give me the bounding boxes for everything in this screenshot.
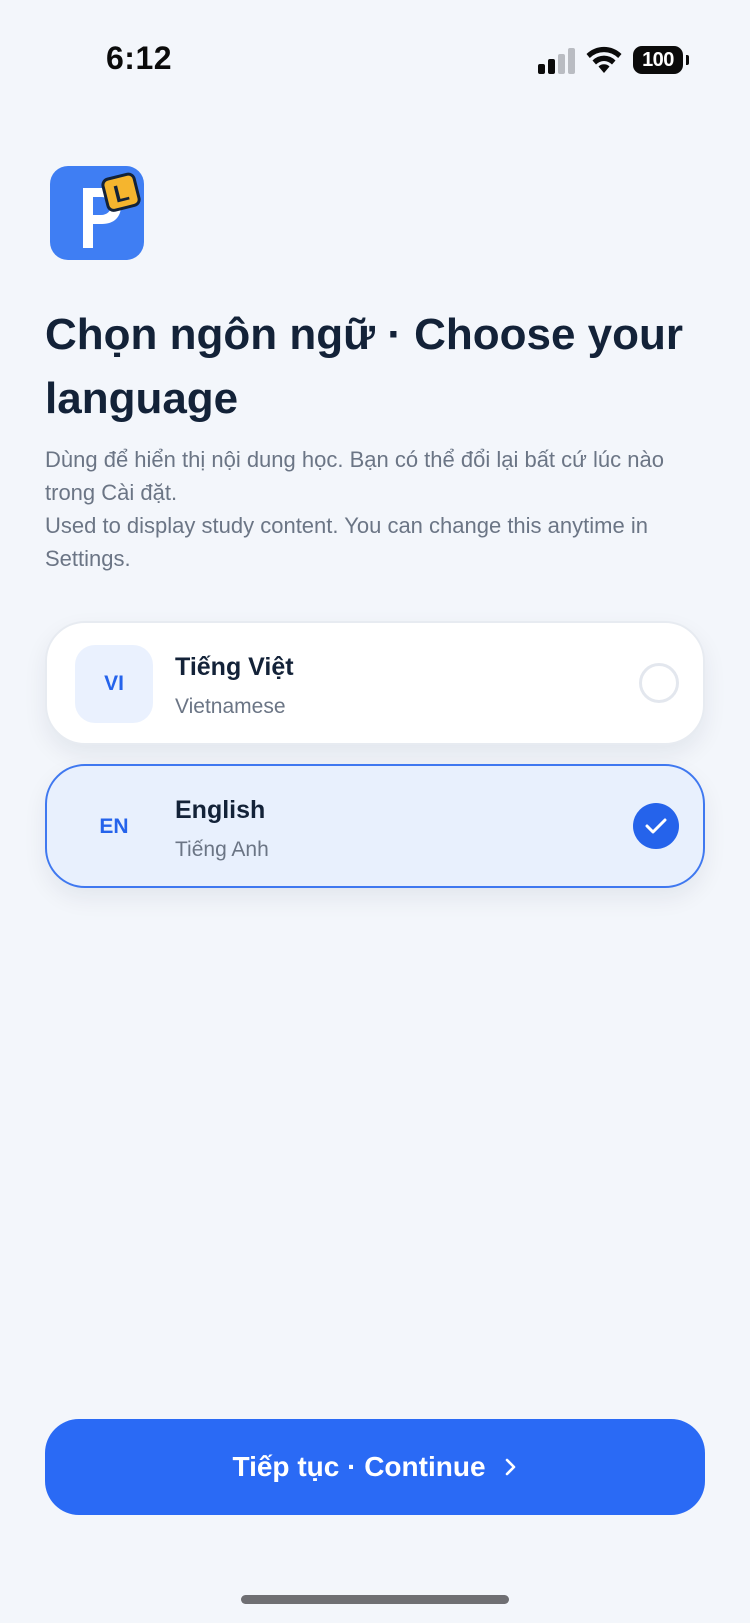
status-time: 6:12 <box>106 40 173 76</box>
checkmark-icon <box>645 818 667 834</box>
home-indicator[interactable] <box>241 1595 509 1604</box>
battery-icon: 100 <box>633 46 689 74</box>
language-option-english[interactable]: EN English Tiếng Anh <box>45 764 705 888</box>
radio-checked-icon[interactable] <box>633 803 679 849</box>
language-code-badge: EN <box>99 815 129 838</box>
language-screen: 6:12 100 L Chọn ngôn ngữ · Choose your l… <box>0 0 750 1623</box>
language-option-subtitle: Vietnamese <box>175 695 286 718</box>
chevron-right-icon <box>505 1458 515 1476</box>
page-title: Chọn ngôn ngữ · Choose your language <box>45 310 683 423</box>
language-option-title: Tiếng Việt <box>175 653 294 681</box>
subtitle-english: Used to display study content. You can c… <box>45 513 648 571</box>
app-logo-icon: L <box>50 166 144 260</box>
language-code-badge: VI <box>75 645 153 723</box>
language-option-title: English <box>175 796 266 824</box>
continue-button-label: Tiếp tục · Continue <box>232 1451 486 1482</box>
language-option-vietnamese[interactable]: VI Tiếng Việt Vietnamese <box>45 621 705 745</box>
language-option-subtitle: Tiếng Anh <box>175 838 269 861</box>
subtitle-vietnamese: Dùng để hiển thị nội dung học. Bạn có th… <box>45 447 664 505</box>
signal-icon <box>538 48 575 74</box>
subtitle: Dùng để hiển thị nội dung học. Bạn có th… <box>45 443 705 575</box>
wifi-icon <box>586 46 622 73</box>
continue-button[interactable]: Tiếp tục · Continue <box>45 1419 705 1515</box>
radio-unchecked-icon[interactable] <box>639 663 679 703</box>
